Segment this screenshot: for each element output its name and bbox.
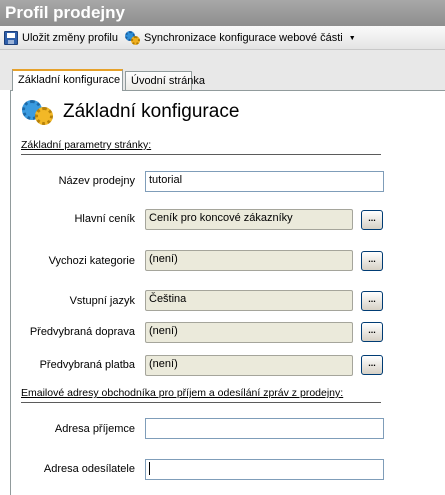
section-heading-basic: Základní parametry stránky:: [21, 139, 152, 151]
default-category-label: Vychozi kategorie: [48, 255, 135, 267]
recipient-address-label: Adresa příjemce: [54, 423, 135, 435]
divider: [21, 154, 381, 155]
save-profile-button[interactable]: Uložit změny profilu: [4, 29, 118, 47]
sender-address-input[interactable]: [145, 459, 384, 480]
sync-config-button[interactable]: Synchronizace konfigurace webové části ▼: [125, 29, 356, 47]
dropdown-caret-icon[interactable]: ▼: [349, 35, 356, 42]
text-cursor: [149, 462, 150, 475]
save-profile-label: Uložit změny profilu: [22, 32, 118, 44]
tab-basic-config[interactable]: Základní konfigurace: [12, 69, 123, 91]
shop-name-input[interactable]: tutorial: [145, 171, 384, 192]
tab-strip: Základní konfigurace Úvodní stránka: [0, 50, 445, 91]
sender-address-label: Adresa odesílatele: [43, 463, 135, 475]
toolbar: Uložit změny profilu Synchronizace konfi…: [0, 26, 445, 50]
input-language-label: Vstupní jazyk: [69, 295, 135, 307]
gears-icon: [22, 100, 56, 126]
page-title: Základní konfigurace: [63, 101, 240, 122]
preselected-payment-label: Předvybraná platba: [39, 359, 135, 371]
window-title: Profil prodejny: [0, 0, 445, 26]
price-list-browse-button[interactable]: ...: [361, 210, 383, 230]
gears-icon: [125, 30, 140, 46]
section-heading-email: Emailové adresy obchodníka pro příjem a …: [21, 387, 344, 399]
preselected-payment-field: (není): [145, 355, 353, 376]
default-category-field: (není): [145, 250, 353, 271]
price-list-field: Ceník pro koncové zákazníky: [145, 209, 353, 230]
price-list-label: Hlavní ceník: [74, 213, 135, 225]
divider: [21, 402, 381, 403]
preselected-shipping-browse-button[interactable]: ...: [361, 322, 383, 342]
input-language-field: Čeština: [145, 290, 353, 311]
preselected-payment-browse-button[interactable]: ...: [361, 355, 383, 375]
recipient-address-input[interactable]: [145, 418, 384, 439]
floppy-disk-icon: [4, 31, 18, 45]
preselected-shipping-field: (není): [145, 322, 353, 343]
shop-name-label: Název prodejny: [58, 175, 135, 187]
input-language-browse-button[interactable]: ...: [361, 291, 383, 311]
tab-home-page[interactable]: Úvodní stránka: [125, 71, 205, 90]
default-category-browse-button[interactable]: ...: [361, 251, 383, 271]
sync-config-label: Synchronizace konfigurace webové části: [144, 32, 343, 44]
preselected-shipping-label: Předvybraná doprava: [29, 326, 135, 338]
